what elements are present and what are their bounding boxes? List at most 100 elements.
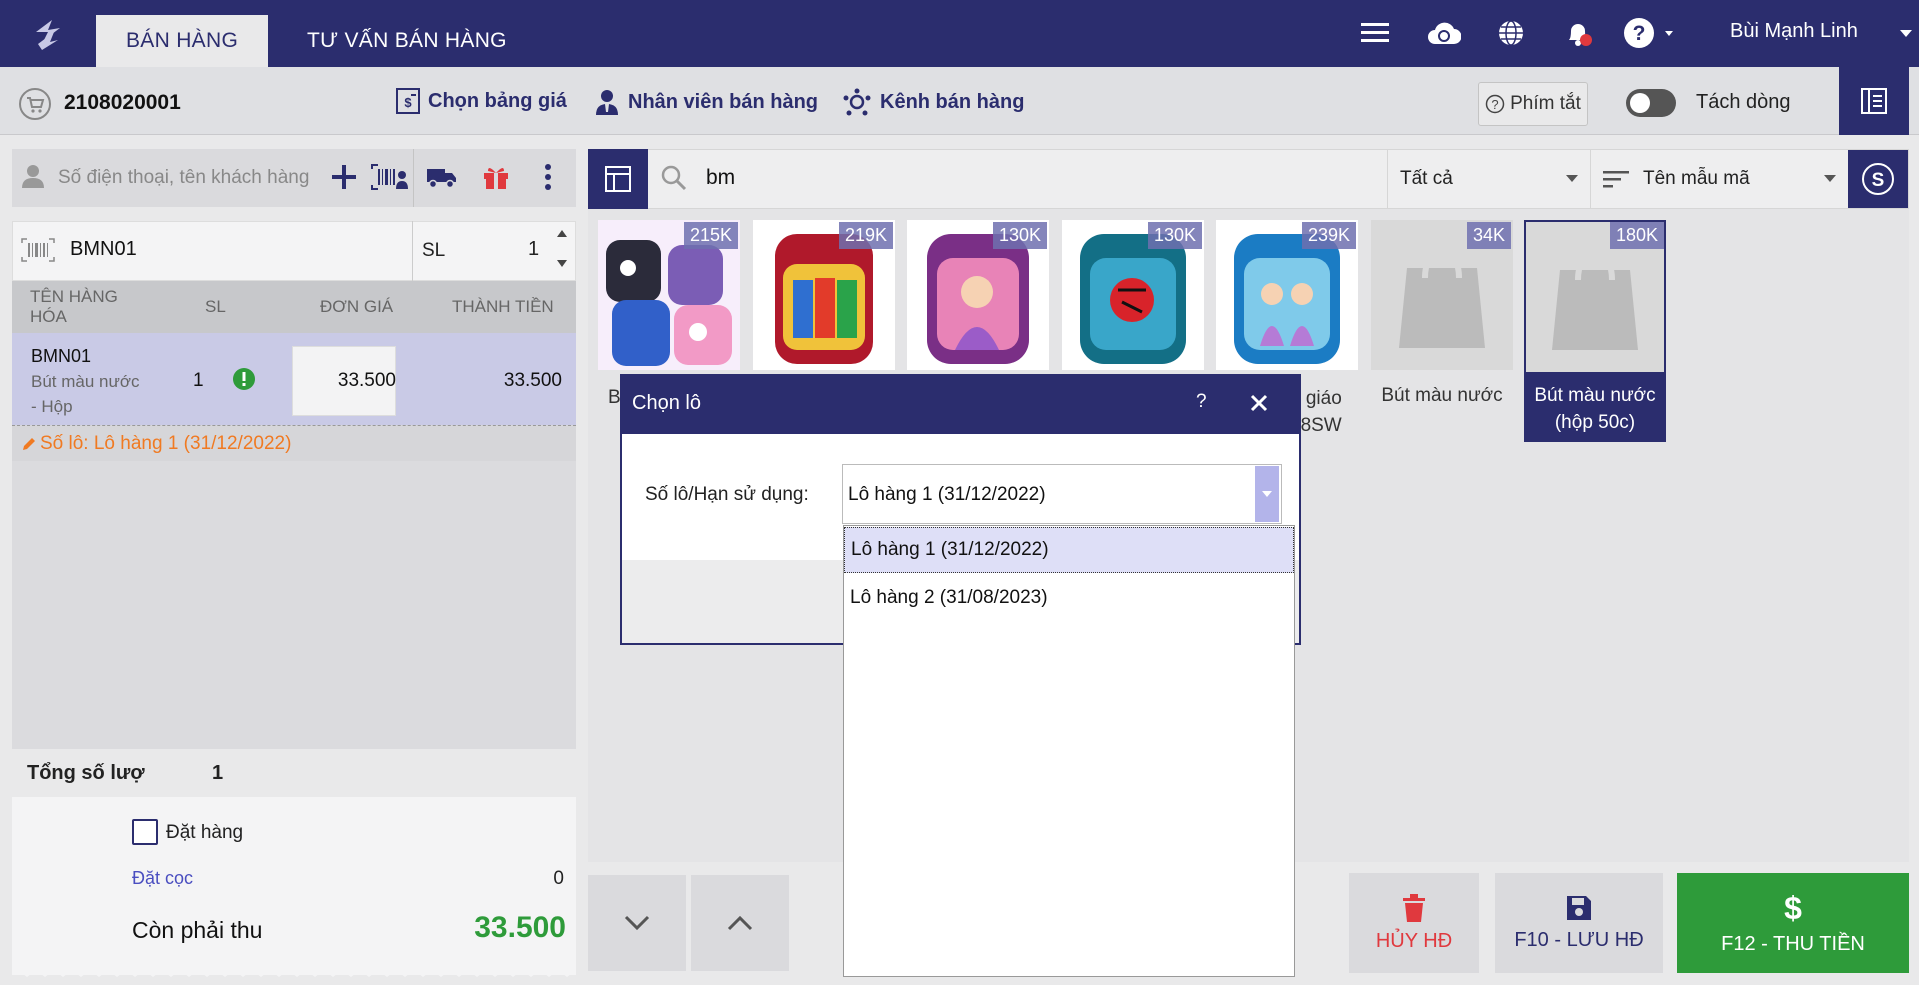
dropdown-arrow-icon[interactable]	[1255, 466, 1279, 522]
layout-toggle-button[interactable]	[588, 149, 648, 209]
user-tie-icon	[594, 88, 620, 116]
price-list-icon: $	[396, 88, 420, 114]
deposit-value: 0	[553, 868, 564, 889]
price-list-label: Chọn bảng giá	[428, 89, 567, 112]
product-price-badge: 130K	[1147, 222, 1202, 249]
product-price-badge: 34K	[1466, 222, 1511, 249]
sales-staff-button[interactable]: Nhân viên bán hàng	[594, 88, 818, 116]
product-search-input[interactable]: bm	[706, 166, 735, 190]
scroll-down-button[interactable]	[588, 875, 686, 971]
chevron-down-icon	[1824, 175, 1836, 182]
split-lines-toggle[interactable]	[1626, 89, 1676, 117]
column-header-total: THÀNH TIỀN	[452, 297, 554, 316]
save-invoice-button[interactable]: F10 - LƯU HĐ	[1495, 873, 1663, 973]
cart-item-name: Bút màu nước - Hộp	[31, 372, 140, 416]
svg-text:$: $	[404, 95, 412, 110]
network-icon	[842, 88, 872, 116]
search-icon	[660, 164, 688, 192]
remaining-value: 33.500	[474, 911, 566, 944]
price-list-button[interactable]: $ Chọn bảng giá	[396, 88, 567, 114]
price-toggle-button[interactable]: S	[1848, 150, 1908, 208]
sort-select[interactable]: Tên mẫu mã	[1590, 150, 1848, 208]
lot-info-row[interactable]: Số lô: Lô hàng 1 (31/12/2022)	[12, 425, 576, 461]
barcode-icon	[20, 237, 56, 263]
svg-text:?: ?	[1633, 22, 1646, 45]
quantity-stepper-up-icon[interactable]	[557, 230, 567, 237]
chevron-down-icon	[624, 915, 650, 931]
lot-option[interactable]: Lô hàng 1 (31/12/2022)	[844, 527, 1294, 573]
order-checkbox-label: Đặt hàng	[166, 822, 244, 843]
bell-icon[interactable]	[1561, 16, 1595, 50]
product-price-badge: 219K	[838, 222, 893, 249]
sales-staff-label: Nhân viên bán hàng	[628, 90, 819, 113]
cart-item-qty[interactable]: 1	[193, 370, 204, 392]
app-logo[interactable]	[28, 14, 68, 54]
total-quantity-label: Tổng số lượ	[27, 762, 145, 784]
product-price-badge: 215K	[683, 222, 738, 249]
sales-channel-button[interactable]: Kênh bán hàng	[842, 88, 1024, 116]
svg-text:$: $	[1784, 891, 1802, 925]
stock-info-icon[interactable]	[232, 367, 256, 391]
chevron-up-icon	[727, 915, 753, 931]
pay-button[interactable]: $ F12 - THU TIỀN	[1677, 873, 1909, 973]
cancel-invoice-label: HỦY HĐ	[1375, 929, 1453, 952]
column-header-qty: SL	[205, 297, 226, 316]
quantity-stepper-down-icon[interactable]	[557, 260, 567, 267]
column-header-price: ĐƠN GIÁ	[320, 297, 394, 316]
gift-icon[interactable]	[482, 164, 510, 190]
lot-info-label: Số lô: Lô hàng 1 (31/12/2022)	[40, 432, 292, 454]
delivery-truck-icon[interactable]	[426, 166, 458, 188]
remaining-label: Còn phải thu	[132, 917, 263, 943]
total-quantity-value: 1	[212, 762, 224, 784]
dollar-circle-icon: S	[1861, 162, 1895, 196]
sort-value: Tên mẫu mã	[1643, 168, 1750, 189]
order-number: 2108020001	[64, 91, 181, 114]
panel-layout-icon	[604, 165, 632, 193]
shortcut-keys-button[interactable]: ? Phím tắt	[1478, 82, 1588, 126]
menu-icon[interactable]	[1358, 16, 1392, 50]
svg-text:S: S	[1872, 170, 1885, 191]
toggle-knob	[1630, 93, 1650, 113]
sku-input[interactable]: BMN01	[70, 238, 137, 261]
category-filter-select[interactable]: Tất cả	[1387, 150, 1590, 208]
close-icon[interactable]	[1250, 394, 1268, 412]
user-menu-caret-icon[interactable]	[1900, 30, 1912, 38]
order-list-button[interactable]	[1839, 67, 1909, 135]
help-icon[interactable]: ?	[1620, 16, 1680, 50]
product-name: u giáo 38SW	[1290, 388, 1342, 436]
book-icon	[1860, 87, 1888, 115]
more-options-icon[interactable]	[544, 163, 552, 191]
lot-field-label: Số lô/Hạn sử dụng:	[645, 484, 809, 505]
divider	[413, 149, 414, 207]
quantity-label: SL	[422, 240, 446, 261]
floppy-disk-icon	[1566, 895, 1592, 921]
person-icon	[20, 163, 46, 189]
product-price-badge: 130K	[992, 222, 1047, 249]
cart-icon	[18, 87, 52, 121]
scroll-up-button[interactable]	[691, 875, 789, 971]
cloud-sync-icon[interactable]	[1427, 16, 1461, 50]
user-name[interactable]: Bùi Mạnh Linh	[1730, 20, 1858, 43]
column-header-name: TÊN HÀNG HÓA	[30, 287, 118, 326]
add-customer-icon[interactable]	[330, 163, 358, 191]
product-card-selected[interactable]: 180K Bút màu nước (hộp 50c)	[1524, 220, 1666, 442]
pay-label: F12 - THU TIỀN	[1721, 932, 1865, 955]
product-card[interactable]: 34K Bút màu nước	[1371, 220, 1513, 442]
scan-barcode-icon[interactable]	[370, 163, 410, 191]
quantity-input[interactable]: 1	[528, 238, 539, 261]
customer-search-input[interactable]: Số điện thoại, tên khách hàng	[58, 167, 309, 189]
receipt-edge	[12, 963, 576, 977]
deposit-label[interactable]: Đặt cọc	[132, 868, 193, 889]
product-name: B	[608, 387, 621, 408]
order-checkbox[interactable]	[132, 819, 158, 845]
tab-tu-van-ban-hang[interactable]: TƯ VẤN BÁN HÀNG	[277, 15, 537, 67]
globe-icon[interactable]	[1494, 16, 1528, 50]
cancel-invoice-button[interactable]: HỦY HĐ	[1349, 873, 1479, 973]
product-price-badge: 239K	[1301, 222, 1356, 249]
tab-ban-hang[interactable]: BÁN HÀNG	[96, 15, 269, 67]
dialog-help-button[interactable]: ?	[1196, 391, 1207, 413]
shortcut-keys-label: Phím tắt	[1510, 93, 1581, 114]
divider	[412, 221, 413, 281]
trash-icon	[1402, 893, 1426, 922]
lot-option[interactable]: Lô hàng 2 (31/08/2023)	[844, 575, 1294, 621]
